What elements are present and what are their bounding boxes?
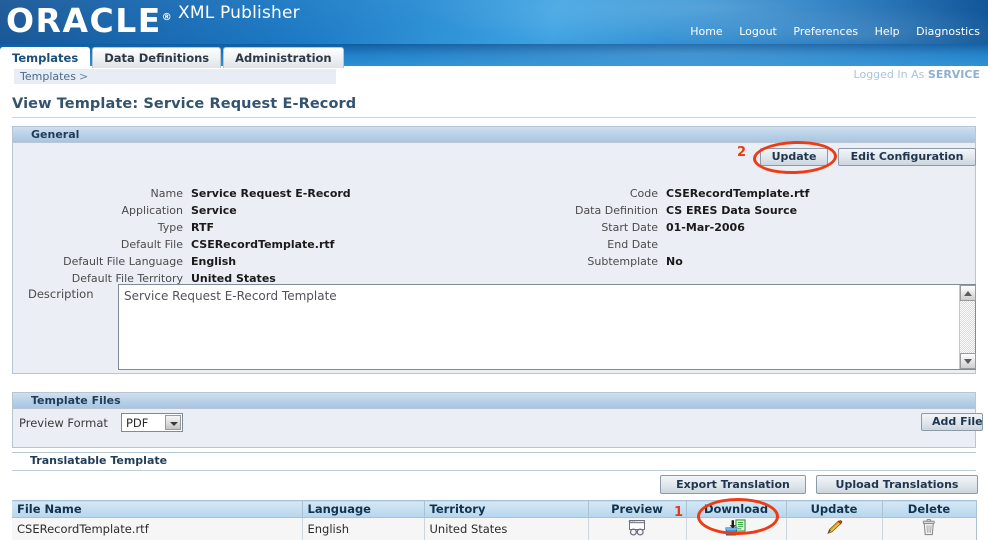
cell-preview: [588, 517, 687, 540]
field-value-default-file: CSERecordTemplate.rtf: [191, 238, 335, 251]
update-button[interactable]: Update: [760, 148, 828, 166]
description-value: Service Request E-Record Template: [124, 289, 337, 303]
nav-link-logout[interactable]: Logout: [739, 25, 777, 38]
scrollbar-up-arrow-icon[interactable]: [960, 285, 976, 301]
breadcrumb: Templates >: [14, 69, 336, 84]
field-label-end-date: End Date: [607, 238, 658, 251]
breadcrumb-separator: >: [78, 70, 89, 83]
cell-update: [786, 517, 883, 540]
chevron-down-icon[interactable]: [165, 415, 181, 430]
logged-in-status: Logged In As SERVICE: [854, 68, 980, 81]
scrollbar-track[interactable]: [960, 301, 975, 353]
export-translation-button[interactable]: Export Translation: [660, 475, 806, 494]
global-navigation: Home Logout Preferences Help Diagnostics: [677, 25, 980, 38]
table-header-row: File Name Language Territory Preview Dow…: [12, 500, 977, 518]
annotation-marker-1: 1: [674, 505, 684, 520]
column-header-download[interactable]: Download: [686, 500, 787, 518]
preview-format-value: PDF: [126, 416, 149, 430]
edit-configuration-button[interactable]: Edit Configuration: [838, 148, 976, 166]
description-label: Description: [28, 287, 94, 301]
field-value-start-date: 01-Mar-2006: [666, 221, 745, 234]
logged-in-user: SERVICE: [927, 68, 980, 81]
field-value-data-definition: CS ERES Data Source: [666, 204, 798, 217]
field-label-application: Application: [121, 204, 183, 217]
tab-templates[interactable]: Templates: [0, 47, 91, 68]
field-value-application: Service: [191, 204, 237, 217]
template-files-section-header: Template Files: [13, 393, 975, 409]
oracle-logo: ORACLE®: [6, 0, 172, 39]
description-textarea[interactable]: Service Request E-Record Template: [118, 284, 976, 370]
nav-link-help[interactable]: Help: [875, 25, 900, 38]
template-files-section: Template Files Preview Format PDF Add Fi…: [12, 392, 983, 448]
column-header-update[interactable]: Update: [786, 500, 883, 518]
scrollbar-down-arrow-icon[interactable]: [960, 353, 976, 369]
preview-format-select[interactable]: PDF: [121, 413, 183, 432]
annotation-marker-2: 2: [737, 145, 747, 160]
brand-header: ORACLE® XML Publisher Home Logout Prefer…: [0, 0, 988, 44]
general-section-header: General: [13, 127, 975, 143]
tab-bar: Templates Data Definitions Administratio…: [0, 44, 988, 68]
field-label-code: Code: [629, 187, 658, 200]
breadcrumb-link-templates[interactable]: Templates: [20, 70, 76, 83]
column-header-delete[interactable]: Delete: [882, 500, 977, 518]
column-header-language[interactable]: Language: [302, 500, 425, 518]
column-header-territory[interactable]: Territory: [424, 500, 589, 518]
template-files-table: File Name Language Territory Preview Dow…: [12, 500, 977, 540]
table-row: CSERecordTemplate.rtf English United Sta…: [12, 517, 977, 540]
oracle-logo-text: ORACLE: [6, 1, 162, 40]
field-label-name: Name: [150, 187, 183, 200]
nav-link-preferences[interactable]: Preferences: [793, 25, 858, 38]
field-value-default-file-language: English: [191, 255, 237, 268]
pencil-icon[interactable]: [825, 519, 843, 539]
preview-glasses-icon[interactable]: [627, 519, 647, 539]
page-title: View Template: Service Request E-Record: [12, 96, 357, 112]
cell-territory: United States: [424, 517, 589, 540]
description-scrollbar[interactable]: [959, 285, 976, 369]
download-icon[interactable]: [725, 519, 747, 539]
upload-translations-button[interactable]: Upload Translations: [816, 475, 978, 494]
tab-administration[interactable]: Administration: [223, 47, 344, 68]
cell-language: English: [302, 517, 425, 540]
field-value-code: CSERecordTemplate.rtf: [666, 187, 810, 200]
tab-data-definitions[interactable]: Data Definitions: [92, 47, 222, 68]
registered-trademark-icon: ®: [161, 12, 172, 23]
field-label-start-date: Start Date: [601, 221, 658, 234]
breadcrumb-zone: Templates > Logged In As SERVICE: [0, 68, 988, 85]
trash-icon[interactable]: [921, 519, 937, 539]
field-label-default-file-language: Default File Language: [63, 255, 183, 268]
nav-link-diagnostics[interactable]: Diagnostics: [916, 25, 980, 38]
column-header-file-name[interactable]: File Name: [12, 500, 303, 518]
xml-publisher-page: ORACLE® XML Publisher Home Logout Prefer…: [0, 0, 988, 540]
app-title: XML Publisher: [178, 3, 300, 23]
field-value-subtemplate: No: [666, 255, 683, 268]
logged-in-prefix: Logged In As: [853, 68, 925, 81]
field-label-default-file: Default File: [120, 238, 183, 251]
add-file-button[interactable]: Add File: [921, 413, 983, 431]
nav-link-home[interactable]: Home: [690, 25, 722, 38]
field-value-name: Service Request E-Record: [191, 187, 351, 200]
field-value-type: RTF: [191, 221, 214, 234]
field-label-subtemplate: Subtemplate: [587, 255, 658, 268]
preview-format-label: Preview Format: [19, 416, 108, 430]
translatable-template-header: Translatable Template: [12, 452, 976, 468]
translatable-divider: [12, 470, 976, 471]
field-label-type: Type: [157, 221, 183, 234]
title-divider: [12, 117, 976, 118]
column-header-preview[interactable]: Preview: [588, 500, 687, 518]
cell-download: [686, 517, 787, 540]
field-label-data-definition: Data Definition: [574, 204, 658, 217]
cell-file-name: CSERecordTemplate.rtf: [12, 517, 303, 540]
cell-delete: [882, 517, 977, 540]
